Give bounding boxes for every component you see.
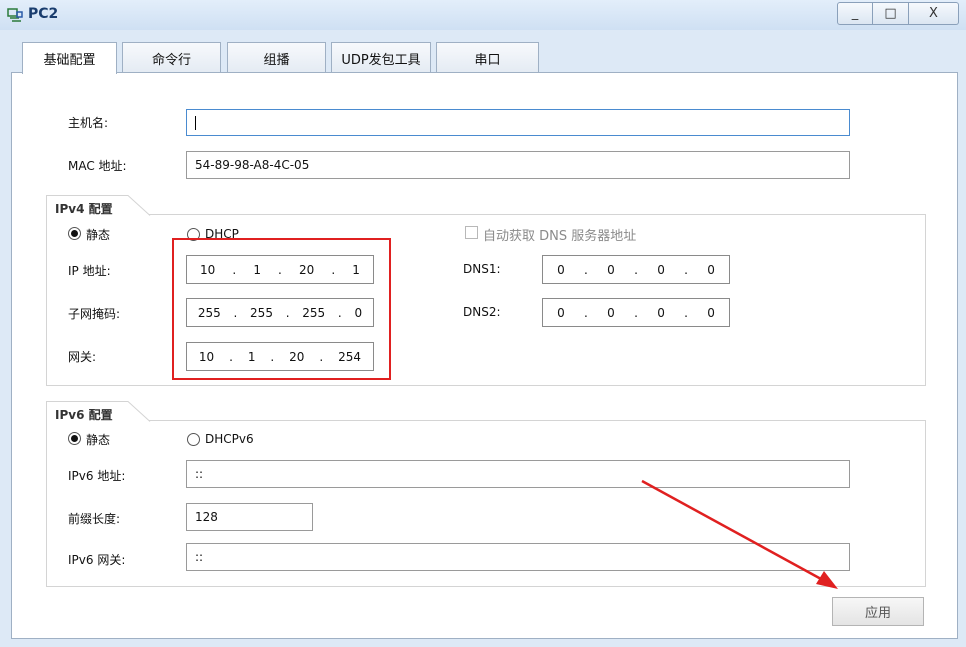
apply-button[interactable]: 应用 <box>832 597 924 626</box>
tab-basic-config[interactable]: 基础配置 <box>22 42 117 74</box>
annotation-arrow <box>641 479 838 589</box>
